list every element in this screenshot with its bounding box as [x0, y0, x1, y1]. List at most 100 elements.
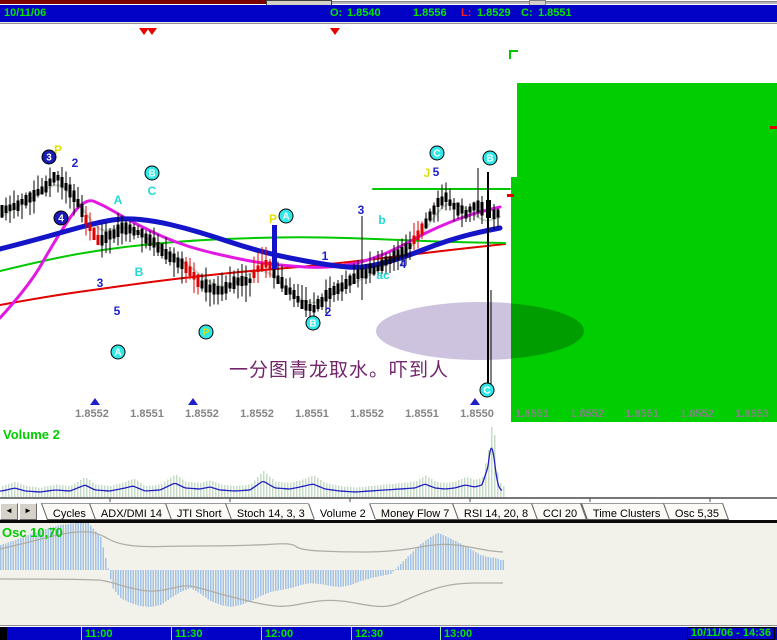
price-axis-label: 1.8552: [185, 408, 219, 420]
trading-app-window: 10/11/06 O: 1.8540 1.8556 L: 1.8529 C: 1…: [0, 0, 777, 640]
volume-panel-chart[interactable]: [0, 423, 777, 503]
close-value: 1.8551: [538, 7, 572, 19]
marker-circle-letter: B: [148, 169, 155, 180]
green-zone: [511, 83, 777, 422]
indicator-tab-bar: ◄ ► Cycles ADX/DMI 14 JTI Short Stoch 14, 3…: [0, 503, 777, 520]
chart-annotation-letter: ac: [376, 268, 390, 282]
osc-histogram: [0, 523, 504, 607]
header-groove: [0, 23, 777, 27]
chart-annotation-letter: b: [378, 213, 385, 227]
tab-label: Cycles: [52, 508, 86, 520]
price-axis-label: 1.8552: [240, 408, 274, 420]
chart-annotation-letter: 2: [325, 305, 332, 319]
chart-annotation-letter: P: [269, 212, 277, 226]
marker-circle-letter: A: [114, 348, 121, 359]
tab-volume-2[interactable]: Volume 2: [307, 503, 376, 520]
tab-rsi-14-20-8[interactable]: RSI 14, 20, 8: [451, 503, 539, 520]
chart-annotation-letter: C: [148, 184, 157, 198]
tab-scroll-left-button[interactable]: ◄: [0, 503, 18, 520]
time-axis-tick: [440, 627, 441, 640]
volume-bars: [2, 427, 505, 498]
low-value: 1.8529: [477, 7, 511, 19]
volume-panel-label: Volume 2: [3, 427, 60, 442]
sell-signal-triangle-icon: [147, 28, 157, 35]
price-axis-label: 1.8553: [735, 408, 769, 420]
buy-signal-triangle-icon: [188, 398, 198, 405]
chart-annotation-letter: 3: [97, 276, 104, 290]
tab-cci-20[interactable]: CCI 20: [531, 503, 588, 520]
chart-letter-annotations: P235BCAP13bac42J 5: [54, 143, 440, 319]
time-axis-tick: [261, 627, 262, 640]
time-axis-tick: [171, 627, 172, 640]
time-axis-label: 12:30: [355, 628, 384, 640]
osc-envelope-lower: [0, 578, 503, 608]
chart-annotation-letter: 4: [400, 257, 407, 271]
high-value: 1.8556: [413, 7, 447, 19]
tab-label: Stoch 14, 3, 3: [236, 508, 305, 520]
marker-circle-letter: P: [203, 328, 210, 339]
time-axis-label: 11:30: [175, 628, 203, 640]
tab-scroll-right-button[interactable]: ►: [19, 503, 37, 520]
magenta-ma: [0, 199, 502, 320]
price-axis-label: 1.8551: [625, 408, 659, 420]
red-tick-mark: [770, 126, 777, 129]
red-tick-mark: [507, 194, 514, 197]
price-axis-label: 1.8552: [75, 408, 109, 420]
marker-circle-letter: B: [486, 154, 493, 165]
quote-header-bar: 10/11/06 O: 1.8540 1.8556 L: 1.8529 C: 1…: [0, 5, 777, 23]
price-axis-label: 1.8551: [405, 408, 439, 420]
tab-label: JTI Short: [177, 508, 222, 520]
price-axis-label: 1.8551: [515, 408, 549, 420]
chart-annotation-letter: 1: [322, 249, 329, 263]
chart-annotation-letter: 3: [358, 203, 365, 217]
osc-bottom-line: [0, 625, 777, 626]
tab-label: Time Clusters: [592, 508, 660, 520]
highlight-ellipse: [376, 302, 584, 360]
open-label: O:: [330, 7, 343, 19]
marker-circle-letter: A: [282, 212, 289, 223]
tab-time-clusters[interactable]: Time Clusters: [580, 503, 671, 520]
tab-jti-short[interactable]: JTI Short: [165, 503, 232, 520]
tab-label: RSI 14, 20, 8: [463, 508, 529, 520]
tab-stoch-14-3-3[interactable]: Stoch 14, 3, 3: [224, 503, 315, 520]
marker-circle-letter: 3: [46, 153, 52, 164]
time-axis-tick: [81, 627, 82, 640]
selected-candle-highlight: [272, 225, 277, 269]
open-value: 1.8540: [347, 7, 381, 19]
marker-circle-letter: 4: [58, 214, 64, 225]
tab-osc-5-35[interactable]: Osc 5,35: [662, 503, 730, 520]
gray-edge-line: [330, 1, 777, 4]
buy-signal-triangle-icon: [470, 398, 480, 405]
main-price-chart[interactable]: P235BCAP13bac42J 534BPAABC BC1.8552 1.8551 1…: [0, 40, 777, 422]
tab-money-flow-7[interactable]: Money Flow 7: [368, 503, 460, 520]
chart-annotation-letter: 5: [114, 304, 121, 318]
tab-label: Money Flow 7: [380, 508, 449, 520]
green-corner-bracket: [509, 50, 518, 59]
chart-annotation-letter: B: [135, 265, 144, 279]
indicator-tabs: Cycles ADX/DMI 14 JTI Short Stoch 14, 3, 3 V…: [40, 503, 730, 520]
osc-panel-label: Osc 10,70: [2, 525, 63, 540]
chart-annotation-letter: J: [424, 166, 431, 180]
chart-annotation-letter: A: [114, 193, 123, 207]
maroon-edge-line: [0, 0, 268, 4]
price-axis-label: 1.8552: [570, 408, 604, 420]
chart-annotation-letter: 2: [72, 156, 79, 170]
tab-label: CCI 20: [543, 508, 578, 520]
tab-adx-dmi-14[interactable]: ADX/DMI 14: [88, 503, 173, 520]
marker-circle-letter: C: [433, 149, 440, 160]
buy-signal-triangle-icon: [90, 398, 100, 405]
marker-circle-letter: C: [483, 386, 490, 397]
oscillator-panel-chart[interactable]: [0, 523, 777, 625]
time-axis-left-cap: [0, 627, 7, 640]
tab-label: Osc 5,35: [674, 508, 719, 520]
time-axis-label: 12:00: [265, 628, 294, 640]
price-axis-label: 1.8551: [130, 408, 164, 420]
marker-circle-letter: B: [309, 319, 316, 330]
current-datetime-box: 10/11/06 - 14:36: [686, 627, 775, 640]
chart-annotation-letter: 5: [433, 165, 440, 179]
header-date: 10/11/06: [4, 7, 47, 19]
price-axis-label: 1.8550: [460, 408, 494, 420]
tab-cycles[interactable]: Cycles: [40, 503, 97, 520]
time-axis-tick: [351, 627, 352, 640]
price-axis-label: 1.8551: [295, 408, 329, 420]
